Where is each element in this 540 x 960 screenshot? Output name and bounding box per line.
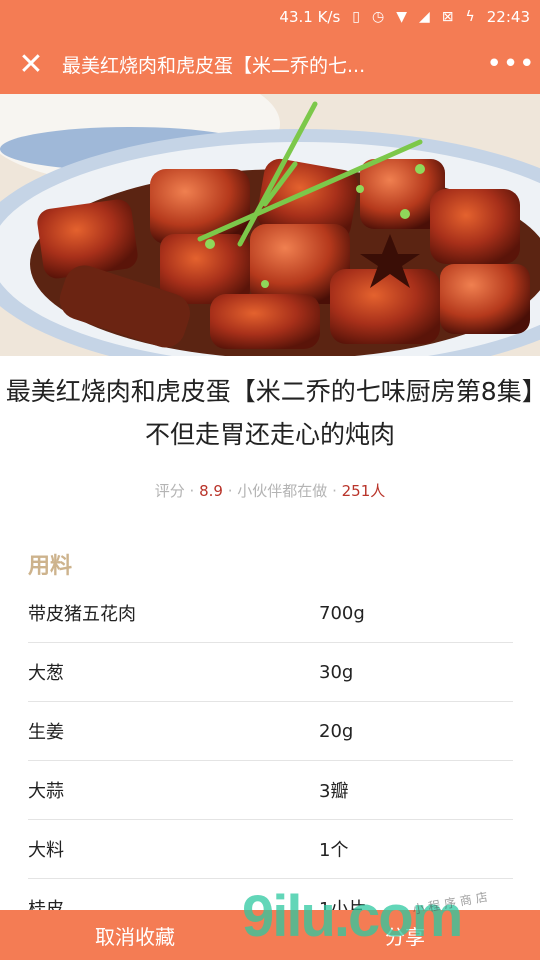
charging-icon: ϟ (465, 9, 475, 25)
nav-bar: ✕ 最美红烧肉和虎皮蛋【米二乔的七... ••• (0, 34, 540, 94)
no-sim-icon: ⊠ (441, 9, 454, 25)
ingredient-amount: 20g (319, 720, 354, 742)
clock: 22:43 (486, 8, 530, 26)
ingredient-amount: 30g (319, 661, 354, 683)
cook-count: 251人 (341, 482, 386, 500)
alarm-icon: ◷ (372, 9, 385, 25)
ingredient-row: 大料 1个 (28, 820, 513, 879)
uncollect-button[interactable]: 取消收藏 (0, 921, 270, 950)
ingredient-row: 生姜 20g (28, 702, 513, 761)
vibrate-icon: ▯ (352, 9, 360, 25)
network-speed: 43.1 K/s (279, 8, 341, 26)
ingredient-name: 大葱 (28, 663, 64, 684)
separator: · (227, 482, 233, 500)
ingredient-name: 生姜 (28, 722, 64, 743)
recipe-title: 最美红烧肉和虎皮蛋【米二乔的七味厨房第8集】不但走胃还走心的炖肉 (5, 377, 535, 449)
ingredient-row: 大葱 30g (28, 643, 513, 702)
ingredient-row: 大蒜 3瓣 (28, 761, 513, 820)
ingredient-amount: 3瓣 (319, 781, 349, 802)
separator: · (189, 482, 195, 500)
close-icon[interactable]: ✕ (0, 34, 62, 94)
recipe-photo (0, 94, 540, 356)
ingredient-row: 带皮猪五花肉 700g (28, 584, 513, 643)
rating-label: 评分 (154, 482, 185, 500)
nav-title: 最美红烧肉和虎皮蛋【米二乔的七... (62, 54, 366, 77)
ingredient-amount: 700g (319, 602, 365, 624)
ingredient-name: 带皮猪五花肉 (28, 604, 136, 625)
recipe-meta: 评分 · 8.9 · 小伙伴都在做 · 251人 (0, 480, 540, 501)
ingredient-name: 大蒜 (28, 781, 64, 802)
ingredient-amount: 1个 (319, 840, 349, 861)
watermark-logo: 9ilu.com (242, 884, 463, 949)
ingredient-name: 大料 (28, 840, 64, 861)
rating-value: 8.9 (199, 482, 223, 500)
more-icon[interactable]: ••• (482, 49, 540, 79)
wifi-icon: ▼ (396, 9, 407, 25)
cook-label: 小伙伴都在做 (237, 482, 328, 500)
status-bar: 43.1 K/s ▯ ◷ ▼ ◢ ⊠ ϟ 22:43 (0, 0, 540, 34)
signal-icon: ◢ (419, 9, 430, 25)
ingredients-title: 用料 (28, 554, 73, 579)
separator: · (332, 482, 337, 500)
